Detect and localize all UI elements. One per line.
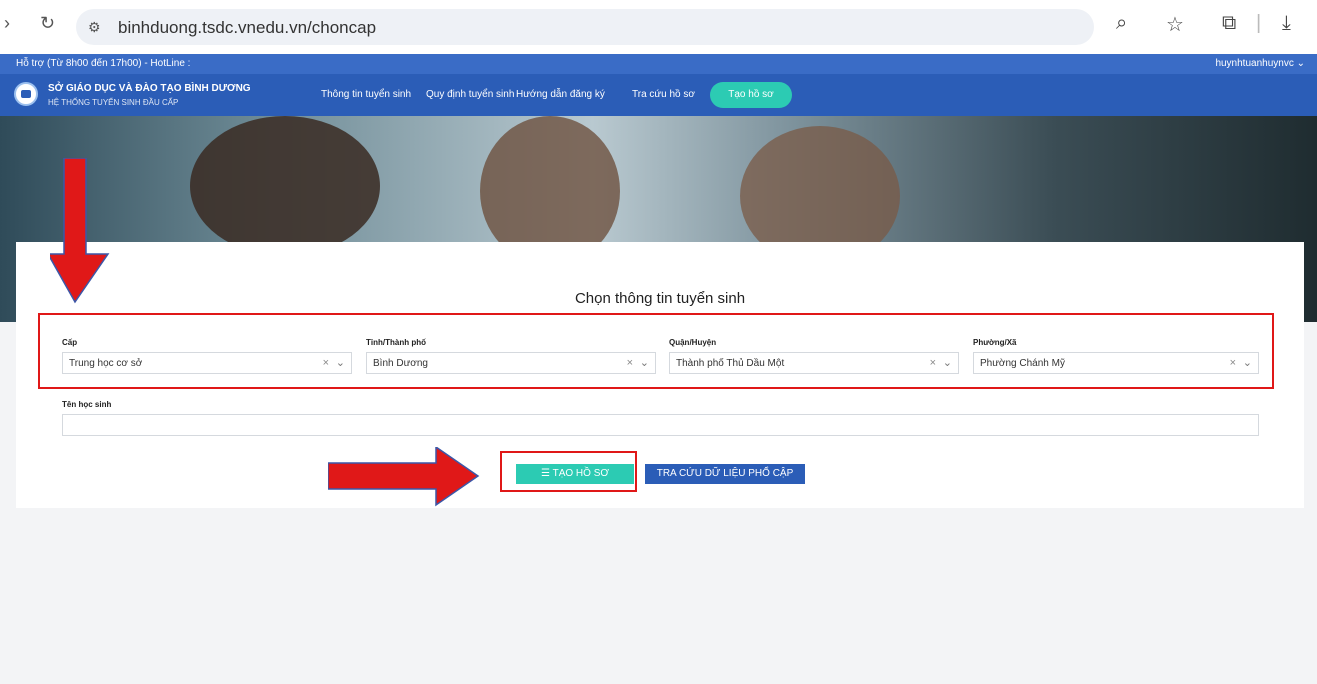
- form-title: Chọn thông tin tuyển sinh: [574, 290, 746, 307]
- menu-quy-dinh-tuyen-sinh[interactable]: Quy định tuyển sinh: [426, 89, 514, 100]
- hero-person-left: [190, 116, 380, 256]
- support-strip: Hỗ trợ (Từ 8h00 đến 17h00) - HotLine : h…: [0, 54, 1317, 74]
- browser-toolbar: › ↻ ⚙ binhduong.tsdc.vnedu.vn/choncap ⌕ …: [0, 0, 1317, 54]
- student-name-input[interactable]: [62, 414, 1259, 436]
- arrow-right-shape: [328, 447, 480, 507]
- forward-icon[interactable]: ›: [4, 13, 10, 34]
- download-icon[interactable]: ⤓: [1282, 12, 1291, 35]
- lookup-data-button[interactable]: TRA CỨU DỮ LIỆU PHỔ CẬP: [645, 464, 805, 484]
- brand-title: SỞ GIÁO DỤC VÀ ĐÀO TẠO BÌNH DƯƠNG: [48, 83, 251, 94]
- reload-icon[interactable]: ↻: [40, 13, 55, 34]
- brand-subtitle: HỆ THỐNG TUYỂN SINH ĐẦU CẤP: [48, 98, 179, 107]
- zoom-icon[interactable]: ⌕: [1116, 12, 1127, 35]
- tune-icon[interactable]: ⚙: [88, 19, 101, 36]
- address-bar[interactable]: ⚙ binhduong.tsdc.vnedu.vn/choncap: [76, 9, 1094, 45]
- field-label-ten-hoc-sinh: Tên học sinh: [62, 400, 112, 409]
- annotation-frame-button: [500, 451, 637, 492]
- url-text[interactable]: binhduong.tsdc.vnedu.vn/choncap: [118, 18, 376, 38]
- divider: |: [1256, 12, 1262, 34]
- annotation-arrow-right: [328, 447, 480, 507]
- site-header: SỞ GIÁO DỤC VÀ ĐÀO TẠO BÌNH DƯƠNG HỆ THỐ…: [0, 74, 1317, 116]
- extensions-icon[interactable]: ⧉: [1222, 12, 1236, 35]
- star-icon[interactable]: ☆: [1166, 12, 1184, 37]
- logo-icon[interactable]: [14, 82, 38, 106]
- support-text: Hỗ trợ (Từ 8h00 đến 17h00) - HotLine :: [16, 58, 191, 69]
- arrow-down-shape: [50, 158, 110, 304]
- menu-thong-tin-tuyen-sinh[interactable]: Thông tin tuyển sinh: [321, 89, 411, 100]
- user-menu[interactable]: huynhtuanhuynvc ⌄: [1215, 58, 1305, 69]
- annotation-frame-fields: [38, 313, 1274, 389]
- create-profile-nav-button[interactable]: Tạo hồ sơ: [710, 82, 792, 108]
- menu-huong-dan-dang-ky[interactable]: Hướng dẫn đăng ký: [516, 89, 605, 100]
- annotation-arrow-down: [50, 158, 110, 304]
- menu-tra-cuu-ho-so[interactable]: Tra cứu hồ sơ: [632, 89, 695, 100]
